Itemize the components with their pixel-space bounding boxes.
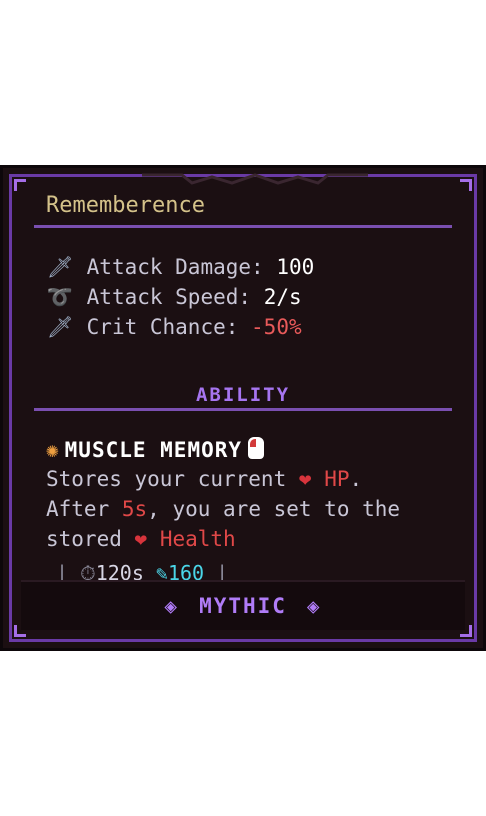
- ability-title-row: ✺ MUSCLE MEMORY: [46, 437, 265, 462]
- ability-section-header: ABILITY: [195, 384, 291, 406]
- top-ornament: [142, 173, 368, 185]
- ability-name: MUSCLE MEMORY: [64, 438, 243, 462]
- heart-icon: ❤: [298, 467, 312, 491]
- heart-icon: ❤: [134, 527, 148, 551]
- stat-attack-speed: ➰ Attack Speed: 2/s: [46, 285, 302, 310]
- crit-icon: 🗡: [46, 315, 74, 339]
- rarity-footer: ◈ MYTHIC ◈: [21, 580, 465, 630]
- gem-icon: ◈: [164, 594, 180, 618]
- ability-desc-line-2: After 5s, you are set to the: [46, 497, 401, 521]
- ability-desc-line-3: stored ❤ Health: [46, 527, 236, 551]
- stat-crit-chance: 🗡 Crit Chance: -50%: [46, 315, 302, 340]
- stat-attack-damage: 🗡 Attack Damage: 100: [46, 255, 315, 280]
- eye-burst-icon: ✺: [46, 438, 59, 462]
- corner-ornament: [14, 179, 26, 191]
- speed-icon: ➰: [46, 285, 74, 309]
- stat-label: Attack Speed:: [86, 285, 252, 309]
- sword-icon: 🗡: [46, 255, 74, 279]
- title-divider: [34, 225, 452, 228]
- gem-icon: ◈: [306, 594, 322, 618]
- stat-value: 100: [276, 255, 315, 279]
- stat-value: 2/s: [263, 285, 302, 309]
- tooltip-frame: Rememberence 🗡 Attack Damage: 100 ➰ Atta…: [9, 173, 477, 642]
- rarity-label: MYTHIC: [199, 594, 287, 618]
- stat-label: Attack Damage:: [86, 255, 264, 279]
- right-click-mouse-icon: [248, 437, 265, 459]
- ability-desc-line-1: Stores your current ❤ HP.: [46, 467, 363, 491]
- item-title: Rememberence: [46, 193, 205, 218]
- corner-ornament: [460, 179, 472, 191]
- stat-value: -50%: [251, 315, 302, 339]
- item-tooltip: Rememberence 🗡 Attack Damage: 100 ➰ Atta…: [0, 165, 486, 651]
- stat-label: Crit Chance:: [86, 315, 239, 339]
- ability-divider: [34, 408, 452, 411]
